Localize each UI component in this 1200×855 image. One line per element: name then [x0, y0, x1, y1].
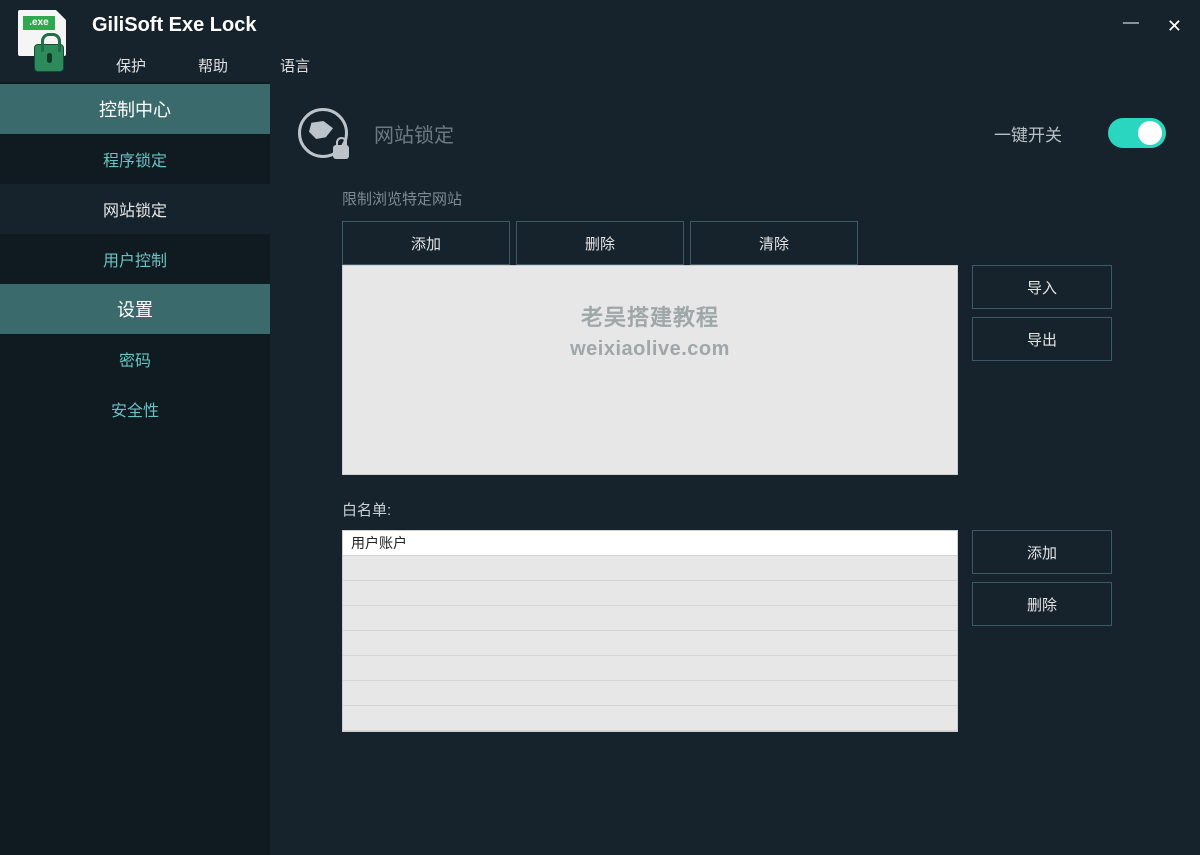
whitelist-row-empty	[343, 656, 957, 681]
app-logo: .exe	[18, 10, 68, 72]
sidebar-item-security[interactable]: 安全性	[0, 384, 270, 434]
delete-button[interactable]: 删除	[516, 221, 684, 265]
minimize-icon[interactable]: —	[1123, 18, 1139, 39]
whitelist-label: 白名单:	[342, 499, 1166, 520]
whitelist-row[interactable]: 用户账户	[343, 531, 957, 556]
whitelist-row-empty	[343, 681, 957, 706]
logo-badge: .exe	[23, 16, 55, 30]
master-toggle[interactable]	[1108, 118, 1166, 148]
whitelist-row-empty	[343, 556, 957, 581]
globe-lock-icon	[298, 108, 348, 158]
page-title: 网站锁定	[374, 119, 454, 148]
whitelist-add-button[interactable]: 添加	[972, 530, 1112, 574]
whitelist-listbox[interactable]: 用户账户	[342, 530, 958, 732]
menu-bar: 保护 帮助 语言	[92, 55, 310, 76]
sidebar-section-settings: 设置	[0, 284, 270, 334]
restricted-listbox[interactable]: 老吴搭建教程 weixiaolive.com	[342, 265, 958, 475]
sidebar-item-program-lock[interactable]: 程序锁定	[0, 134, 270, 184]
clear-button[interactable]: 清除	[690, 221, 858, 265]
import-button[interactable]: 导入	[972, 265, 1112, 309]
sidebar-item-password[interactable]: 密码	[0, 334, 270, 384]
restricted-label: 限制浏览特定网站	[342, 188, 1166, 209]
app-title: GiliSoft Exe Lock	[92, 14, 310, 37]
add-button[interactable]: 添加	[342, 221, 510, 265]
whitelist-row-empty	[343, 581, 957, 606]
toggle-label: 一键开关	[994, 121, 1062, 146]
watermark: 老吴搭建教程 weixiaolive.com	[343, 300, 957, 361]
sidebar-item-user-control[interactable]: 用户控制	[0, 234, 270, 284]
sidebar-item-website-lock[interactable]: 网站锁定	[0, 184, 270, 234]
menu-help[interactable]: 帮助	[198, 55, 228, 76]
sidebar-section-control: 控制中心	[0, 84, 270, 134]
whitelist-row-empty	[343, 606, 957, 631]
menu-protect[interactable]: 保护	[116, 55, 146, 76]
whitelist-delete-button[interactable]: 删除	[972, 582, 1112, 626]
export-button[interactable]: 导出	[972, 317, 1112, 361]
menu-language[interactable]: 语言	[280, 55, 310, 76]
close-icon[interactable]: ✕	[1167, 16, 1182, 37]
sidebar: 控制中心 程序锁定 网站锁定 用户控制 设置 密码 安全性	[0, 82, 270, 855]
whitelist-row-empty	[343, 631, 957, 656]
whitelist-row-empty	[343, 706, 957, 731]
